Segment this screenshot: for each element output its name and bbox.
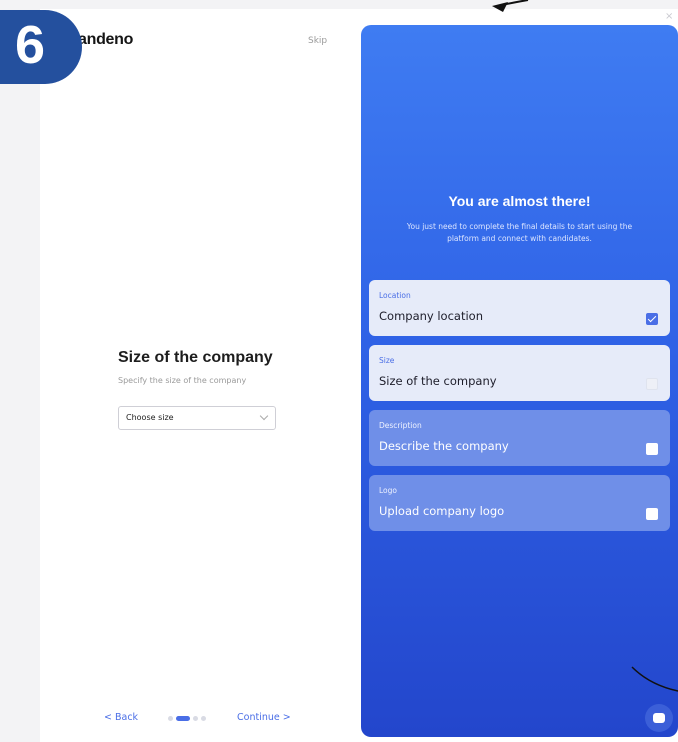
form-subtitle: Specify the size of the company — [118, 376, 247, 385]
progress-dot — [201, 716, 206, 721]
card-caption: Description — [379, 421, 422, 430]
annotation-curve-icon — [631, 666, 678, 692]
card-caption: Location — [379, 291, 411, 300]
form-title: Size of the company — [118, 349, 273, 366]
step-number: 6 — [15, 15, 46, 75]
progress-dot-active — [176, 716, 190, 721]
checklist-panel: You are almost there! You just need to c… — [361, 25, 678, 737]
unchecked-checkbox-icon — [646, 508, 658, 520]
company-size-select[interactable]: Choose size — [118, 406, 276, 430]
card-caption: Logo — [379, 486, 397, 495]
app-logo: andeno — [78, 31, 134, 48]
checklist-card-description[interactable]: Description Describe the company — [369, 410, 670, 466]
checked-checkbox-icon — [646, 313, 658, 325]
panel-subtitle: You just need to complete the final deta… — [406, 222, 633, 243]
annotation-arrow-icon — [492, 0, 529, 12]
step-navigation: < Back Continue > — [104, 711, 304, 727]
step-number-badge: 6 — [0, 10, 82, 84]
checklist-card-logo[interactable]: Logo Upload company logo — [369, 475, 670, 531]
back-button[interactable]: < Back — [104, 712, 138, 723]
chat-support-icon[interactable] — [645, 704, 673, 732]
card-caption: Size — [379, 356, 395, 365]
onboarding-left-pane: andeno Skip Size of the company Specify … — [40, 9, 360, 742]
card-title: Upload company logo — [379, 504, 505, 518]
card-title: Describe the company — [379, 439, 509, 453]
card-title: Size of the company — [379, 374, 497, 388]
progress-dots — [168, 716, 206, 721]
continue-button[interactable]: Continue > — [237, 712, 291, 723]
unchecked-checkbox-icon — [646, 443, 658, 455]
skip-link[interactable]: Skip — [308, 36, 327, 46]
company-size-select-value: Choose size — [126, 413, 174, 422]
checklist-card-location[interactable]: Location Company location — [369, 280, 670, 336]
unchecked-checkbox-icon — [646, 378, 658, 390]
card-title: Company location — [379, 309, 483, 323]
chevron-down-icon — [259, 411, 269, 421]
close-icon[interactable]: × — [665, 11, 673, 22]
progress-dot — [168, 716, 173, 721]
checklist-card-size[interactable]: Size Size of the company — [369, 345, 670, 401]
progress-dot — [193, 716, 198, 721]
panel-title: You are almost there! — [448, 193, 591, 209]
